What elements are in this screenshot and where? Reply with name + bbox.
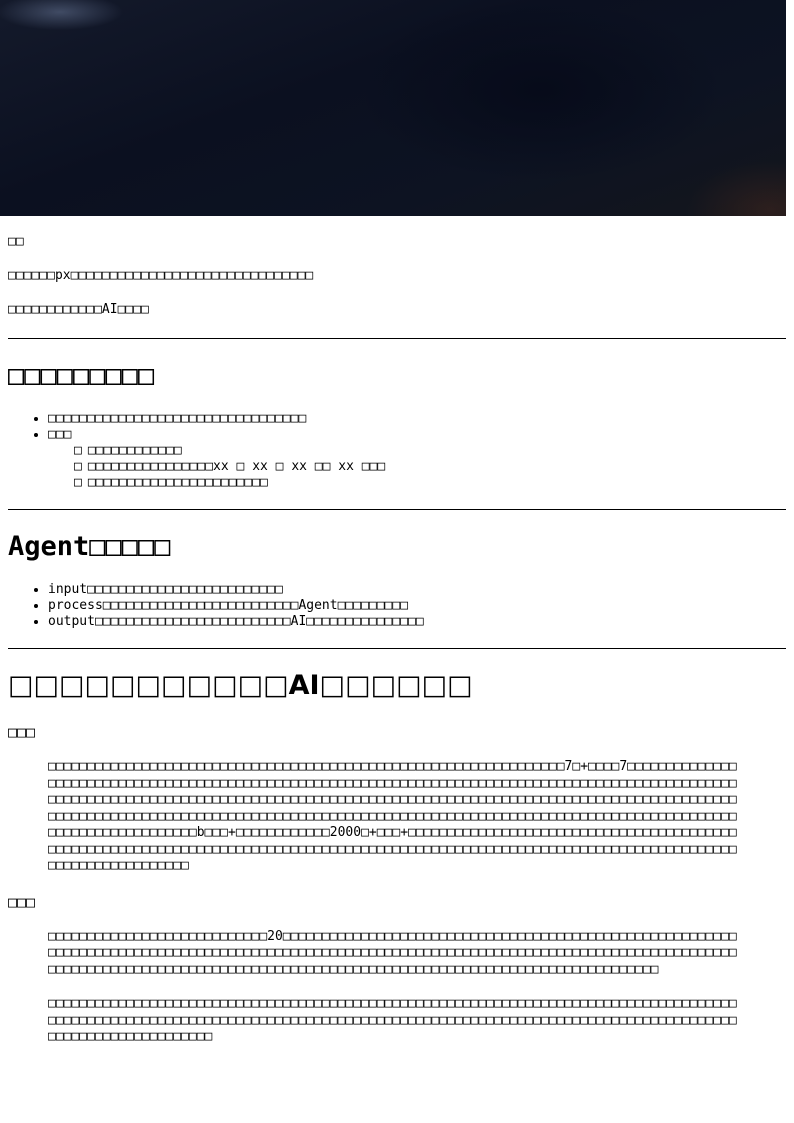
intro-line: □□□□□□px□□□□□□□□□□□□□□□□□□□□□□□□□□□□□□□ [8, 268, 786, 284]
sub-list-item: □ □□□□□□□□□□□ [88, 443, 786, 459]
sub-list-item: □□□□□□□□□□□□□□□□xx □ xx □ xx □□ xx □□□ [88, 459, 786, 475]
document-body: □□ □□□□□□px□□□□□□□□□□□□□□□□□□□□□□□□□□□□□… [0, 234, 794, 1046]
section-title: Agent□□□□□ [8, 531, 171, 562]
sub-list-item: □ □□□□□□□□□□□□□□□□□□□□□□ [88, 475, 786, 491]
divider [8, 648, 786, 649]
intro-text: □□□□□□px□□□□ [8, 268, 102, 283]
list-item: input□□□□□□□□□□□□□□□□□□□□□□□□□ [48, 582, 786, 598]
divider [8, 338, 786, 339]
bullet-list: □□□□□□□□□□□□□□□□□□□□□□□□□□□□□□□□□ □□□ □□… [8, 411, 786, 491]
bullet-list: input□□□□□□□□□□□□□□□□□□□□□□□□□ process□□… [8, 582, 786, 630]
list-item-label: □□□ [48, 427, 72, 442]
intro-text-tail: □□□□□□□□□□□□□□□□□□ [172, 268, 314, 283]
subsection-heading: □□□ [8, 723, 36, 741]
divider [8, 509, 786, 510]
hero-banner-image [0, 0, 786, 216]
intro-label: □□ [8, 234, 24, 249]
list-item: □□□ □□□□□□□□□□□□ □□□□□□□□□□□□□□□□xx □ xx… [48, 427, 786, 491]
subsection-heading: □□□ [8, 892, 36, 911]
list-item: □□□□□□□□□□□□□□□□□□□□□□□□□□□□□□□□□ [48, 411, 786, 427]
sub-list: □□□□□□□□□□□□ □□□□□□□□□□□□□□□□xx □ xx □ x… [48, 443, 786, 491]
paragraph: □□□□□□□□□□□□□□□□□□□□□□□□□□□□□□□□□□□□□□□□… [48, 759, 737, 873]
list-item: output□□□□□□□□□□□□□□□□□□□□□□□□□AI□□□□□□□… [48, 614, 786, 630]
section-title: □□□□□□□□□□□AI□□□□□□ [8, 670, 473, 701]
paragraph: □□□□□□□□□□□□□□□□□□□□□□□□□□□□□□□□□□□□□□□□… [48, 996, 737, 1044]
list-item: process□□□□□□□□□□□□□□□□□□□□□□□□□Agent□□□… [48, 598, 786, 614]
intro-ai-line: □□□□□□□□□□□□AI□□□□ [8, 302, 149, 317]
section-title: □□□□□□□□□ [8, 360, 155, 391]
paragraph: □□□□□□□□□□□□□□□□□□□□□□□□□□□□20□□□□□□□□□□… [48, 928, 737, 977]
intro-bold-text: □□□□□□□□□ [101, 268, 173, 283]
